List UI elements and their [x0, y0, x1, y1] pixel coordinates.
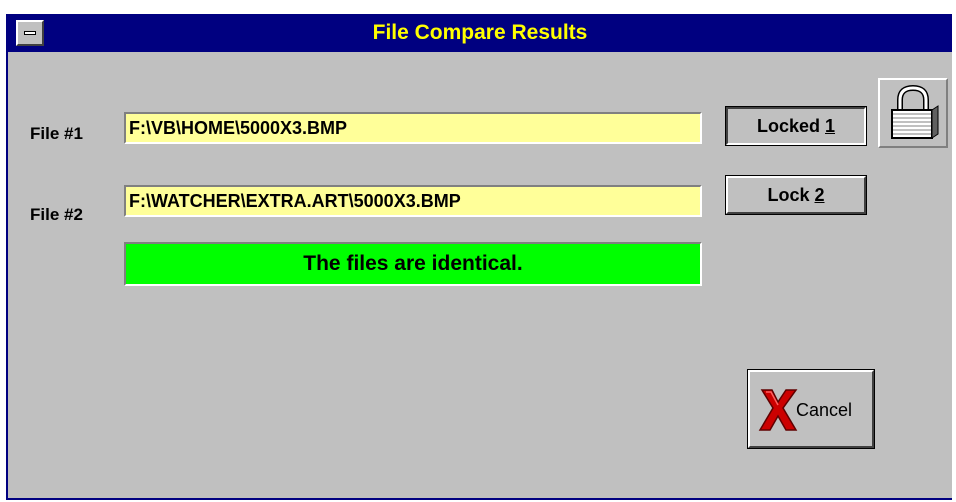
title-bar[interactable]: File Compare Results: [8, 14, 952, 52]
lock-2-button[interactable]: Lock 2: [725, 175, 867, 215]
cancel-label: Cancel: [796, 400, 853, 420]
file1-path-field[interactable]: F:\VB\HOME\5000X3.BMP: [124, 112, 702, 144]
file-compare-window: File Compare Results File #1 F:\VB\HOME\…: [6, 14, 952, 500]
locked-1-label: Locked: [756, 116, 825, 136]
locked-1-button[interactable]: Locked 1: [725, 106, 867, 146]
compare-status: The files are identical.: [124, 242, 702, 286]
window-title: File Compare Results: [372, 21, 588, 44]
cancel-button[interactable]: Cancel: [747, 369, 875, 449]
padlock-panel: [878, 78, 948, 148]
lock-2-accel: 2: [814, 185, 825, 205]
file2-label: File #2: [30, 205, 83, 224]
file2-path-field[interactable]: F:\WATCHER\EXTRA.ART\5000X3.BMP: [124, 185, 702, 217]
locked-1-accel: 1: [825, 116, 836, 136]
padlock-icon: [891, 84, 939, 139]
file1-label: File #1: [30, 124, 83, 143]
red-x-icon: [758, 389, 798, 431]
lock-2-label: Lock: [767, 185, 815, 205]
